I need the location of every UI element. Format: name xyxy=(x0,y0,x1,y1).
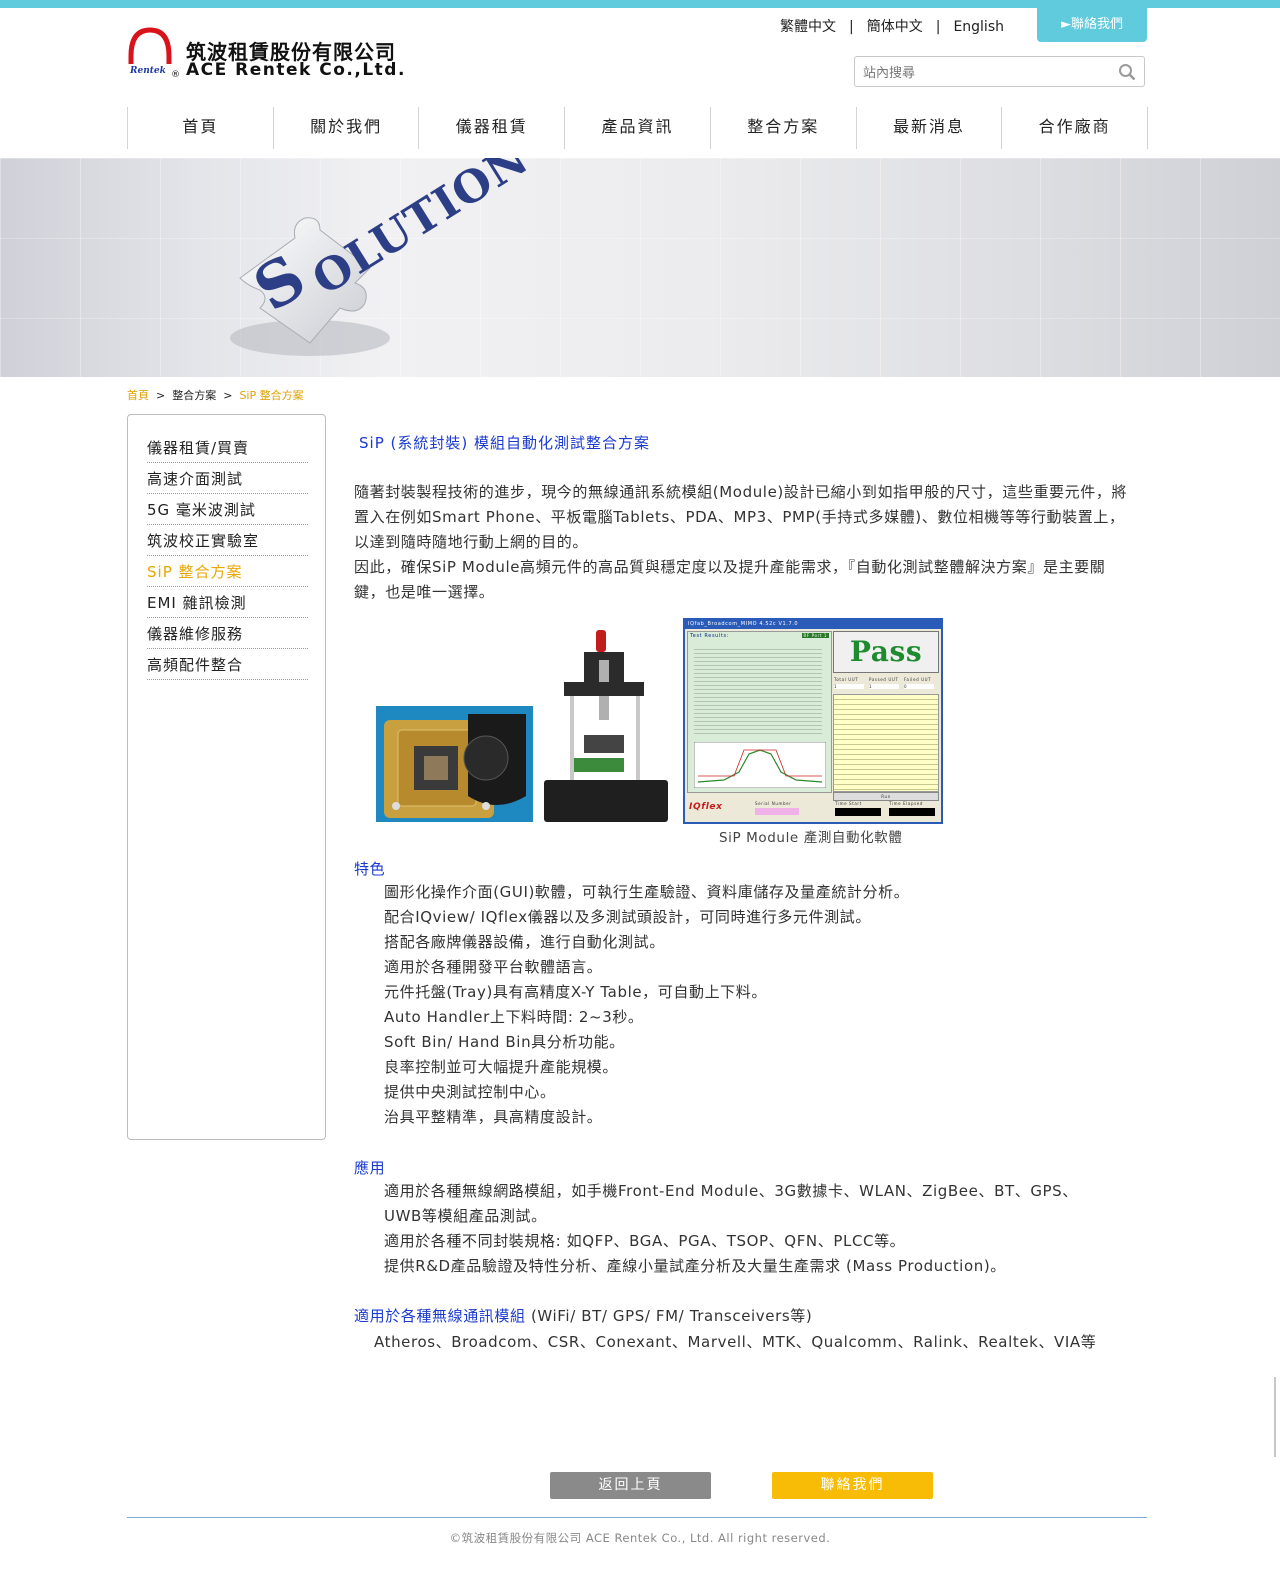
list-item: 配合IQview/ IQflex儀器以及多測試頭設計，可同時進行多元件測試。 xyxy=(384,908,871,926)
sidebar-item-repair[interactable]: 儀器維修服務 xyxy=(147,618,308,649)
software-tab: RF Port 1 xyxy=(801,633,829,638)
list-item: 適用於各種不同封裝規格: 如QFP、BGA、PGA、TSOP、QFN、PLCC等… xyxy=(384,1232,906,1250)
modules-suffix: (WiFi/ BT/ GPS/ FM/ Transceivers等) xyxy=(525,1307,813,1325)
nav-home[interactable]: 首頁 xyxy=(128,107,274,149)
sidebar: 儀器租賃/買賣 高速介面測試 5G 毫米波測試 筑波校正實驗室 SiP 整合方案… xyxy=(127,414,326,1140)
test-fixture-photo xyxy=(544,630,668,822)
sidebar-item-high-speed[interactable]: 高速介面測試 xyxy=(147,463,308,494)
list-item: 適用於各種無線網路模組，如手機Front-End Module、3G數據卡、WL… xyxy=(384,1182,1078,1200)
list-item: 搭配各廠牌儀器設備，進行自動化測試。 xyxy=(384,933,665,951)
sidebar-item-5g-mmwave[interactable]: 5G 毫米波測試 xyxy=(147,494,308,525)
nav-solutions[interactable]: 整合方案 xyxy=(711,107,857,149)
sidebar-item-calibration-lab[interactable]: 筑波校正實驗室 xyxy=(147,525,308,556)
sidebar-item-emi[interactable]: EMI 雜訊檢測 xyxy=(147,587,308,618)
list-item: Soft Bin/ Hand Bin具分析功能。 xyxy=(384,1033,625,1051)
list-item: 良率控制並可大幅提升產能規模。 xyxy=(384,1058,619,1076)
sidebar-item-rf-accessories[interactable]: 高頻配件整合 xyxy=(147,649,308,680)
nav-products[interactable]: 產品資訊 xyxy=(565,107,711,149)
search-icon[interactable] xyxy=(1118,63,1136,81)
footer-copyright: ©筑波租賃股份有限公司 ACE Rentek Co., Ltd. All rig… xyxy=(449,1531,831,1545)
language-switcher: 繁體中文 | 簡体中文 | English xyxy=(780,16,1004,36)
figure-caption: SiP Module 產測自動化軟體 xyxy=(719,830,903,846)
lang-traditional-chinese[interactable]: 繁體中文 xyxy=(780,16,836,36)
list-item: 提供中央測試控制中心。 xyxy=(384,1083,556,1101)
features-list: 圖形化操作介面(GUI)軟體，可執行生產驗證、資料庫儲存及量產統計分析。 配合I… xyxy=(384,880,1144,1130)
intro-paragraph-2: 因此，確保SiP Module高頻元件的高品質與穩定度以及提升產能需求，『自動化… xyxy=(354,558,1106,601)
scrollbar[interactable] xyxy=(1274,1377,1276,1457)
banner-word-rest: OLUTION xyxy=(304,158,538,305)
breadcrumb-solutions[interactable]: 整合方案 xyxy=(172,389,216,402)
software-window-title: IQfab_Broadcom_MIMO 4.52c V1.7.0 xyxy=(685,620,941,629)
lang-simplified-chinese[interactable]: 簡体中文 xyxy=(867,16,923,36)
spectrum-plot-icon xyxy=(694,742,826,788)
test-socket-photo xyxy=(376,706,533,822)
list-item: 元件托盤(Tray)具有高精度X-Y Table，可自動上下料。 xyxy=(384,983,767,1001)
logo-english-name: ACE Rentek Co.,Ltd. xyxy=(186,60,406,80)
nav-about[interactable]: 關於我們 xyxy=(274,107,420,149)
back-button[interactable]: 返回上頁 xyxy=(550,1472,711,1499)
nav-partners[interactable]: 合作廠商 xyxy=(1002,107,1149,149)
footer-divider xyxy=(127,1517,1147,1518)
top-accent-bar xyxy=(0,0,1280,8)
list-item: 適用於各種開發平台軟體語言。 xyxy=(384,958,603,976)
nav-news[interactable]: 最新消息 xyxy=(857,107,1003,149)
software-screenshot: IQfab_Broadcom_MIMO 4.52c V1.7.0 Test Re… xyxy=(683,618,943,824)
list-item: 治具平整精準，具高精度設計。 xyxy=(384,1108,603,1126)
features-heading: 特色 xyxy=(354,860,386,878)
intro-text: 隨著封裝製程技術的進步，現今的無線通訊系統模組(Module)設計已縮小到如指甲… xyxy=(354,480,1134,605)
lang-separator: | xyxy=(935,19,941,35)
modules-heading: 適用於各種無線通訊模組 (WiFi/ BT/ GPS/ FM/ Transcei… xyxy=(354,1305,812,1326)
modules-title: 適用於各種無線通訊模組 xyxy=(354,1307,526,1325)
list-item: UWB等模組產品測試。 xyxy=(384,1207,547,1225)
breadcrumb: 首頁 > 整合方案 > SiP 整合方案 xyxy=(127,389,304,402)
vendor-list: Atheros、Broadcom、CSR、Conexant、Marvell、MT… xyxy=(354,1330,1134,1355)
list-item: 提供R&D產品驗證及特性分析、產線小量試產分析及大量生產需求 (Mass Pro… xyxy=(384,1257,1006,1275)
main-navigation: 首頁 關於我們 儀器租賃 產品資訊 整合方案 最新消息 合作廠商 xyxy=(127,107,1149,149)
rentek-arch-logo-icon: Rentek ® xyxy=(128,27,180,78)
logo-badge-text: Rentek xyxy=(129,66,166,76)
vendor-text: Atheros、Broadcom、CSR、Conexant、Marvell、MT… xyxy=(374,1333,1097,1351)
iqflex-brand: IQflex xyxy=(689,802,723,812)
applications-heading: 應用 xyxy=(354,1159,386,1177)
nav-rental[interactable]: 儀器租賃 xyxy=(419,107,566,149)
solution-puzzle-illustration: S OLUTION xyxy=(230,158,538,356)
lang-separator: | xyxy=(849,19,854,35)
site-search xyxy=(854,56,1145,87)
lang-english[interactable]: English xyxy=(953,19,1004,35)
sidebar-item-rental[interactable]: 儀器租賃/買賣 xyxy=(147,432,308,463)
list-item: 圖形化操作介面(GUI)軟體，可執行生產驗證、資料庫儲存及量產統計分析。 xyxy=(384,883,910,901)
breadcrumb-home[interactable]: 首頁 xyxy=(127,389,149,402)
contact-us-button[interactable]: 聯絡我們 xyxy=(772,1472,933,1499)
solution-banner: S OLUTION xyxy=(0,158,1280,377)
breadcrumb-current: SiP 整合方案 xyxy=(239,389,304,402)
page-title: SiP (系統封裝) 模組自動化測試整合方案 xyxy=(359,434,650,452)
company-logo[interactable]: Rentek ® 筑波租賃股份有限公司 ACE Rentek Co.,Ltd. xyxy=(126,26,436,80)
sidebar-item-sip[interactable]: SiP 整合方案 xyxy=(147,556,308,587)
search-input[interactable] xyxy=(861,62,1115,84)
product-figures: IQfab_Broadcom_MIMO 4.52c V1.7.0 Test Re… xyxy=(376,618,946,848)
intro-paragraph-1: 隨著封裝製程技術的進步，現今的無線通訊系統模組(Module)設計已縮小到如指甲… xyxy=(354,483,1128,551)
contact-us-top-button[interactable]: ►聯絡我們 xyxy=(1037,8,1147,42)
applications-list: 適用於各種無線網路模組，如手機Front-End Module、3G數據卡、WL… xyxy=(384,1179,1144,1279)
pass-indicator: Pass xyxy=(833,631,939,673)
svg-text:®: ® xyxy=(171,70,180,78)
list-item: Auto Handler上下料時間: 2~3秒。 xyxy=(384,1008,644,1026)
